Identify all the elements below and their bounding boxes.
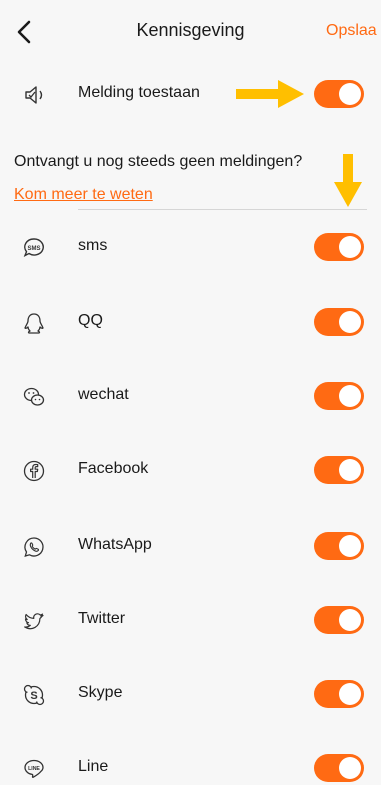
skype-icon: S xyxy=(23,684,45,706)
line-toggle[interactable] xyxy=(314,754,364,782)
twitter-icon xyxy=(24,613,44,630)
app-row-line: LINE Line xyxy=(0,748,381,785)
sms-toggle[interactable] xyxy=(314,233,364,261)
toggle-knob xyxy=(339,236,361,258)
sms-icon: SMS xyxy=(23,238,44,257)
svg-text:LINE: LINE xyxy=(28,766,40,772)
toggle-knob xyxy=(339,535,361,557)
app-row-skype: S Skype xyxy=(0,674,381,714)
nav-header: Kennisgeving Opslaa xyxy=(0,0,381,64)
allow-notifications-toggle[interactable] xyxy=(314,80,364,108)
learn-more-link[interactable]: Kom meer te weten xyxy=(14,186,153,204)
toggle-knob xyxy=(339,385,361,407)
save-button[interactable]: Opslaa xyxy=(326,22,377,40)
line-icon: LINE xyxy=(24,759,44,778)
app-row-qq: QQ xyxy=(0,302,381,342)
app-label: Twitter xyxy=(78,610,126,627)
twitter-toggle[interactable] xyxy=(314,606,364,634)
app-row-facebook: Facebook xyxy=(0,450,381,490)
svg-text:S: S xyxy=(30,690,37,702)
facebook-icon xyxy=(23,460,45,482)
qq-icon xyxy=(24,313,44,334)
notification-settings-screen: Kennisgeving Opslaa Melding toestaan Ont… xyxy=(0,0,381,785)
app-row-wechat: wechat xyxy=(0,376,381,416)
svg-text:SMS: SMS xyxy=(27,246,40,252)
facebook-toggle[interactable] xyxy=(314,456,364,484)
help-question-text: Ontvangt u nog steeds geen meldingen? xyxy=(14,153,303,170)
qq-toggle[interactable] xyxy=(314,308,364,336)
annotation-arrow-right-icon xyxy=(236,80,304,108)
whatsapp-toggle[interactable] xyxy=(314,532,364,560)
toggle-knob xyxy=(339,683,361,705)
allow-notifications-row: Melding toestaan xyxy=(0,74,381,114)
toggle-knob xyxy=(339,311,361,333)
app-label: Skype xyxy=(78,684,123,701)
app-label: WhatsApp xyxy=(78,536,152,553)
skype-toggle[interactable] xyxy=(314,680,364,708)
app-row-twitter: Twitter xyxy=(0,600,381,640)
app-label: wechat xyxy=(78,386,129,403)
app-label: QQ xyxy=(78,312,103,329)
app-row-whatsapp: WhatsApp xyxy=(0,526,381,566)
app-label: Line xyxy=(78,758,109,775)
app-label: sms xyxy=(78,237,108,254)
toggle-knob xyxy=(339,757,361,779)
annotation-arrow-down-icon xyxy=(334,154,362,207)
toggle-knob xyxy=(339,459,361,481)
wechat-icon xyxy=(23,387,45,406)
app-row-sms: SMS sms xyxy=(0,227,381,267)
allow-notifications-label: Melding toestaan xyxy=(78,84,200,101)
section-divider xyxy=(78,209,367,210)
app-label: Facebook xyxy=(78,460,149,477)
whatsapp-icon xyxy=(24,537,44,557)
toggle-knob xyxy=(339,609,361,631)
wechat-toggle[interactable] xyxy=(314,382,364,410)
page-title: Kennisgeving xyxy=(136,20,245,40)
speaker-icon xyxy=(25,86,43,104)
toggle-knob xyxy=(339,83,361,105)
